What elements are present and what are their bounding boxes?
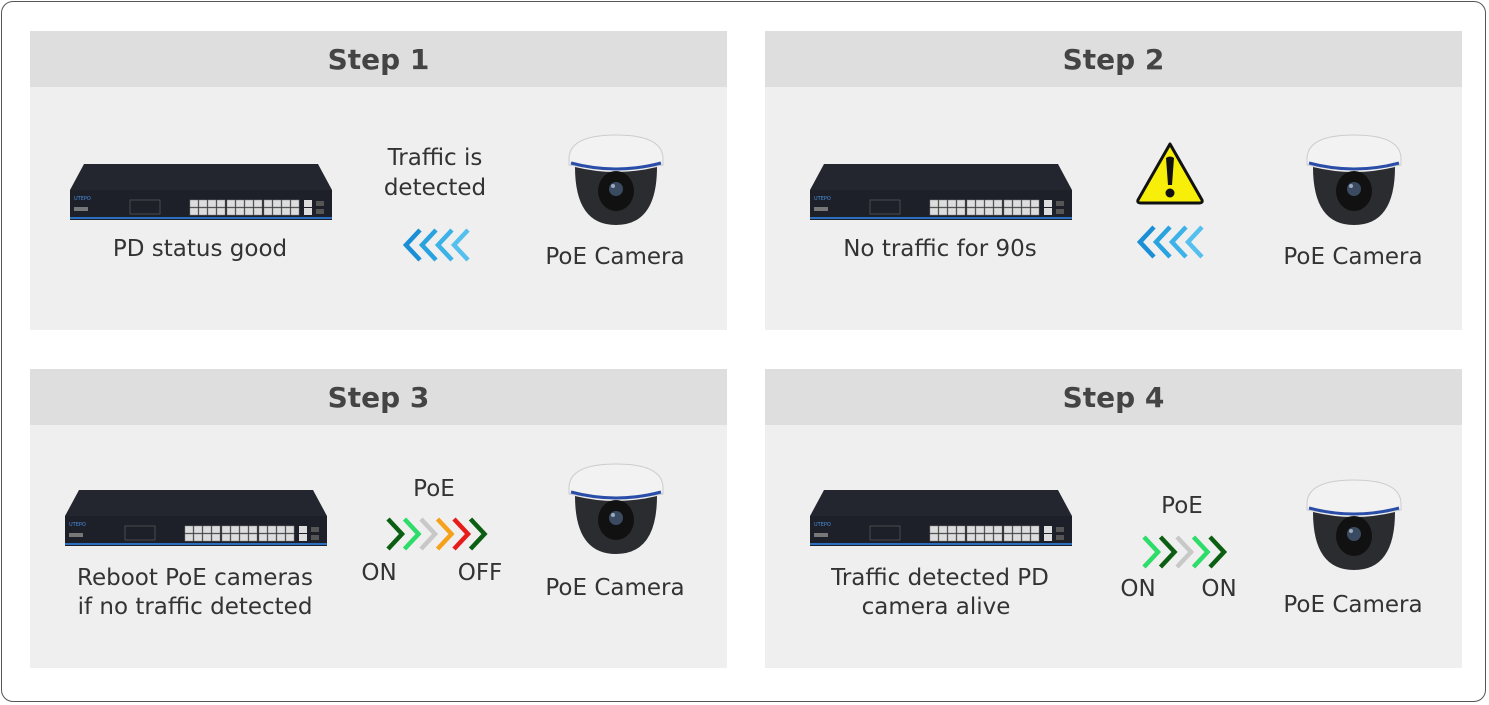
chevron-arrow: [1142, 535, 1162, 569]
poe-camera-image: [565, 462, 667, 556]
camera-label: PoE Camera: [1283, 244, 1423, 270]
traffic-text-line-1: Traffic is: [387, 145, 483, 171]
device-status-line-2: camera alive: [861, 594, 1011, 620]
device-status-label: PD status good: [112, 236, 288, 262]
on-label-left: ON: [1120, 576, 1156, 602]
chevron-arrow: [434, 228, 454, 262]
warning-icon: [1135, 141, 1205, 205]
chevron-arrow: [1152, 225, 1172, 259]
chevron-arrow: [452, 517, 472, 551]
chevron-arrow: [403, 228, 422, 262]
chevron-arrow: [468, 517, 488, 551]
chevron-arrow: [418, 228, 438, 262]
poe-label: PoE: [413, 476, 455, 502]
svg-text:UTEPO: UTEPO: [814, 196, 831, 202]
traffic-text-line-2: detected: [383, 175, 487, 201]
svg-text:UTEPO: UTEPO: [69, 522, 86, 528]
left-chevrons-icon: [1137, 224, 1219, 260]
step-4-title: Step 4: [765, 369, 1462, 425]
chevron-arrow: [419, 517, 439, 551]
chevron-arrow: [1158, 535, 1178, 569]
chevron-arrow: [1208, 535, 1228, 569]
camera-label: PoE Camera: [545, 244, 685, 270]
chevron-arrow: [1137, 225, 1156, 259]
device-status-line-1: Traffic detected PD: [831, 565, 1049, 591]
chevron-arrow: [1184, 225, 1204, 259]
camera-label: PoE Camera: [1283, 592, 1423, 618]
poe-camera-image: [1303, 478, 1405, 572]
on-label-right: ON: [1201, 576, 1237, 602]
chevron-arrow: [402, 517, 422, 551]
svg-text:UTEPO: UTEPO: [74, 196, 91, 202]
device-status-label: No traffic for 90s: [843, 236, 1037, 262]
step-2-title: Step 2: [765, 31, 1462, 87]
right-chevrons-icon: [1141, 534, 1242, 570]
poe-switch-image: UTEPO: [70, 162, 332, 222]
device-status-line-1: Reboot PoE cameras: [77, 565, 313, 591]
poe-switch-image: UTEPO: [65, 488, 327, 548]
chevron-arrow: [1168, 225, 1188, 259]
step-3-title: Step 3: [30, 369, 727, 425]
chevron-arrow: [450, 228, 470, 262]
chevron-arrow: [1175, 535, 1195, 569]
on-label: ON: [361, 560, 397, 586]
chevron-arrow: [386, 517, 406, 551]
poe-camera-image: [565, 133, 667, 227]
device-status-line-2: if no traffic detected: [77, 594, 313, 620]
left-chevrons-icon: [403, 227, 485, 263]
step-1-title: Step 1: [30, 31, 727, 87]
off-label: OFF: [457, 560, 503, 586]
camera-label: PoE Camera: [545, 575, 685, 601]
svg-text:UTEPO: UTEPO: [814, 522, 831, 528]
poe-label: PoE: [1161, 493, 1203, 519]
right-chevrons-icon: [385, 516, 502, 552]
poe-switch-image: UTEPO: [810, 488, 1072, 548]
poe-switch-image: UTEPO: [810, 162, 1072, 222]
chevron-arrow: [435, 517, 455, 551]
chevron-arrow: [1191, 535, 1211, 569]
poe-camera-image: [1303, 133, 1405, 227]
